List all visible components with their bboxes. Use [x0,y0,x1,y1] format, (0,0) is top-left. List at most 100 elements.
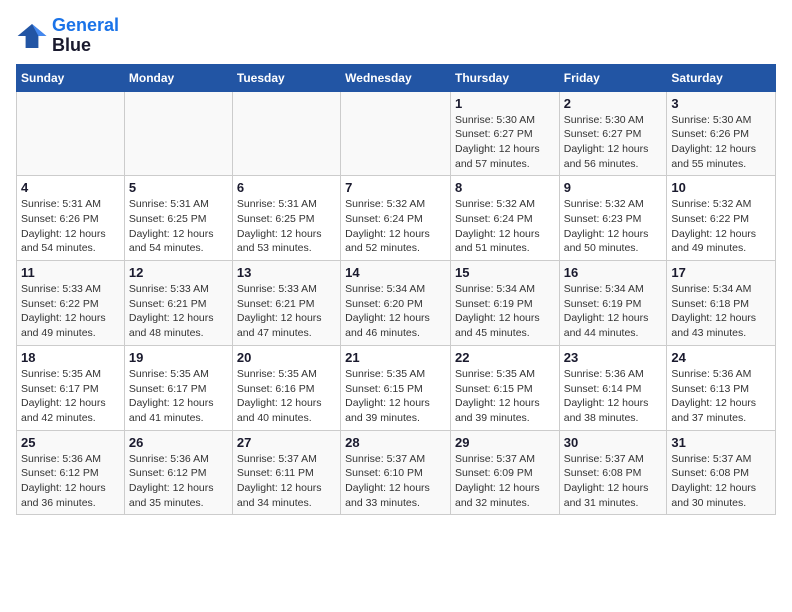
day-info: Sunrise: 5:37 AMSunset: 6:09 PMDaylight:… [455,452,555,511]
day-info: Sunrise: 5:32 AMSunset: 6:24 PMDaylight:… [455,197,555,256]
logo: General Blue [16,16,119,56]
day-number: 7 [345,180,446,195]
day-number: 20 [237,350,336,365]
day-info: Sunrise: 5:36 AMSunset: 6:12 PMDaylight:… [21,452,120,511]
day-number: 19 [129,350,228,365]
calendar-cell: 13 Sunrise: 5:33 AMSunset: 6:21 PMDaylig… [232,261,340,346]
day-info: Sunrise: 5:35 AMSunset: 6:15 PMDaylight:… [345,367,446,426]
calendar-cell: 5 Sunrise: 5:31 AMSunset: 6:25 PMDayligh… [124,176,232,261]
calendar-cell: 24 Sunrise: 5:36 AMSunset: 6:13 PMDaylig… [667,345,776,430]
day-of-week-header: Tuesday [232,64,340,91]
day-info: Sunrise: 5:35 AMSunset: 6:15 PMDaylight:… [455,367,555,426]
calendar-cell: 1 Sunrise: 5:30 AMSunset: 6:27 PMDayligh… [450,91,559,176]
logo-text: General Blue [52,16,119,56]
day-number: 21 [345,350,446,365]
calendar-cell [232,91,340,176]
calendar-cell: 26 Sunrise: 5:36 AMSunset: 6:12 PMDaylig… [124,430,232,515]
calendar-body: 1 Sunrise: 5:30 AMSunset: 6:27 PMDayligh… [17,91,776,515]
day-number: 12 [129,265,228,280]
page-header: General Blue [16,16,776,56]
calendar-cell: 7 Sunrise: 5:32 AMSunset: 6:24 PMDayligh… [341,176,451,261]
calendar-cell: 6 Sunrise: 5:31 AMSunset: 6:25 PMDayligh… [232,176,340,261]
calendar-cell: 14 Sunrise: 5:34 AMSunset: 6:20 PMDaylig… [341,261,451,346]
calendar-cell: 17 Sunrise: 5:34 AMSunset: 6:18 PMDaylig… [667,261,776,346]
day-of-week-header: Monday [124,64,232,91]
day-number: 16 [564,265,663,280]
day-number: 28 [345,435,446,450]
day-number: 31 [671,435,771,450]
day-number: 9 [564,180,663,195]
calendar-cell: 16 Sunrise: 5:34 AMSunset: 6:19 PMDaylig… [559,261,667,346]
day-info: Sunrise: 5:33 AMSunset: 6:21 PMDaylight:… [237,282,336,341]
day-number: 2 [564,96,663,111]
calendar-cell: 8 Sunrise: 5:32 AMSunset: 6:24 PMDayligh… [450,176,559,261]
day-info: Sunrise: 5:30 AMSunset: 6:26 PMDaylight:… [671,113,771,172]
day-of-week-header: Sunday [17,64,125,91]
day-number: 6 [237,180,336,195]
day-number: 8 [455,180,555,195]
day-info: Sunrise: 5:34 AMSunset: 6:19 PMDaylight:… [564,282,663,341]
calendar-cell: 2 Sunrise: 5:30 AMSunset: 6:27 PMDayligh… [559,91,667,176]
day-info: Sunrise: 5:30 AMSunset: 6:27 PMDaylight:… [564,113,663,172]
day-number: 13 [237,265,336,280]
day-number: 14 [345,265,446,280]
logo-icon [16,20,48,52]
calendar-cell: 30 Sunrise: 5:37 AMSunset: 6:08 PMDaylig… [559,430,667,515]
day-info: Sunrise: 5:33 AMSunset: 6:21 PMDaylight:… [129,282,228,341]
day-info: Sunrise: 5:35 AMSunset: 6:17 PMDaylight:… [129,367,228,426]
day-number: 10 [671,180,771,195]
calendar-header-row: SundayMondayTuesdayWednesdayThursdayFrid… [17,64,776,91]
calendar-cell: 10 Sunrise: 5:32 AMSunset: 6:22 PMDaylig… [667,176,776,261]
calendar-week-row: 4 Sunrise: 5:31 AMSunset: 6:26 PMDayligh… [17,176,776,261]
day-info: Sunrise: 5:34 AMSunset: 6:18 PMDaylight:… [671,282,771,341]
day-number: 11 [21,265,120,280]
day-number: 26 [129,435,228,450]
day-of-week-header: Saturday [667,64,776,91]
day-info: Sunrise: 5:30 AMSunset: 6:27 PMDaylight:… [455,113,555,172]
day-number: 5 [129,180,228,195]
calendar-table: SundayMondayTuesdayWednesdayThursdayFrid… [16,64,776,516]
day-number: 18 [21,350,120,365]
calendar-cell: 9 Sunrise: 5:32 AMSunset: 6:23 PMDayligh… [559,176,667,261]
calendar-cell: 21 Sunrise: 5:35 AMSunset: 6:15 PMDaylig… [341,345,451,430]
calendar-week-row: 1 Sunrise: 5:30 AMSunset: 6:27 PMDayligh… [17,91,776,176]
calendar-cell: 29 Sunrise: 5:37 AMSunset: 6:09 PMDaylig… [450,430,559,515]
day-info: Sunrise: 5:32 AMSunset: 6:22 PMDaylight:… [671,197,771,256]
calendar-week-row: 18 Sunrise: 5:35 AMSunset: 6:17 PMDaylig… [17,345,776,430]
calendar-cell [341,91,451,176]
calendar-cell: 4 Sunrise: 5:31 AMSunset: 6:26 PMDayligh… [17,176,125,261]
day-info: Sunrise: 5:36 AMSunset: 6:14 PMDaylight:… [564,367,663,426]
day-info: Sunrise: 5:31 AMSunset: 6:25 PMDaylight:… [237,197,336,256]
day-info: Sunrise: 5:37 AMSunset: 6:08 PMDaylight:… [671,452,771,511]
calendar-cell: 11 Sunrise: 5:33 AMSunset: 6:22 PMDaylig… [17,261,125,346]
day-of-week-header: Friday [559,64,667,91]
calendar-cell: 15 Sunrise: 5:34 AMSunset: 6:19 PMDaylig… [450,261,559,346]
day-info: Sunrise: 5:34 AMSunset: 6:19 PMDaylight:… [455,282,555,341]
day-number: 3 [671,96,771,111]
calendar-cell: 25 Sunrise: 5:36 AMSunset: 6:12 PMDaylig… [17,430,125,515]
calendar-cell: 31 Sunrise: 5:37 AMSunset: 6:08 PMDaylig… [667,430,776,515]
day-info: Sunrise: 5:33 AMSunset: 6:22 PMDaylight:… [21,282,120,341]
calendar-cell: 22 Sunrise: 5:35 AMSunset: 6:15 PMDaylig… [450,345,559,430]
day-number: 23 [564,350,663,365]
calendar-cell [124,91,232,176]
calendar-cell: 20 Sunrise: 5:35 AMSunset: 6:16 PMDaylig… [232,345,340,430]
day-number: 30 [564,435,663,450]
day-number: 25 [21,435,120,450]
day-info: Sunrise: 5:37 AMSunset: 6:10 PMDaylight:… [345,452,446,511]
day-of-week-header: Thursday [450,64,559,91]
day-number: 29 [455,435,555,450]
day-number: 27 [237,435,336,450]
day-number: 15 [455,265,555,280]
day-info: Sunrise: 5:37 AMSunset: 6:11 PMDaylight:… [237,452,336,511]
day-info: Sunrise: 5:32 AMSunset: 6:24 PMDaylight:… [345,197,446,256]
calendar-cell: 23 Sunrise: 5:36 AMSunset: 6:14 PMDaylig… [559,345,667,430]
day-of-week-header: Wednesday [341,64,451,91]
day-number: 24 [671,350,771,365]
day-info: Sunrise: 5:31 AMSunset: 6:25 PMDaylight:… [129,197,228,256]
day-number: 22 [455,350,555,365]
calendar-week-row: 25 Sunrise: 5:36 AMSunset: 6:12 PMDaylig… [17,430,776,515]
calendar-week-row: 11 Sunrise: 5:33 AMSunset: 6:22 PMDaylig… [17,261,776,346]
day-info: Sunrise: 5:35 AMSunset: 6:16 PMDaylight:… [237,367,336,426]
day-number: 4 [21,180,120,195]
